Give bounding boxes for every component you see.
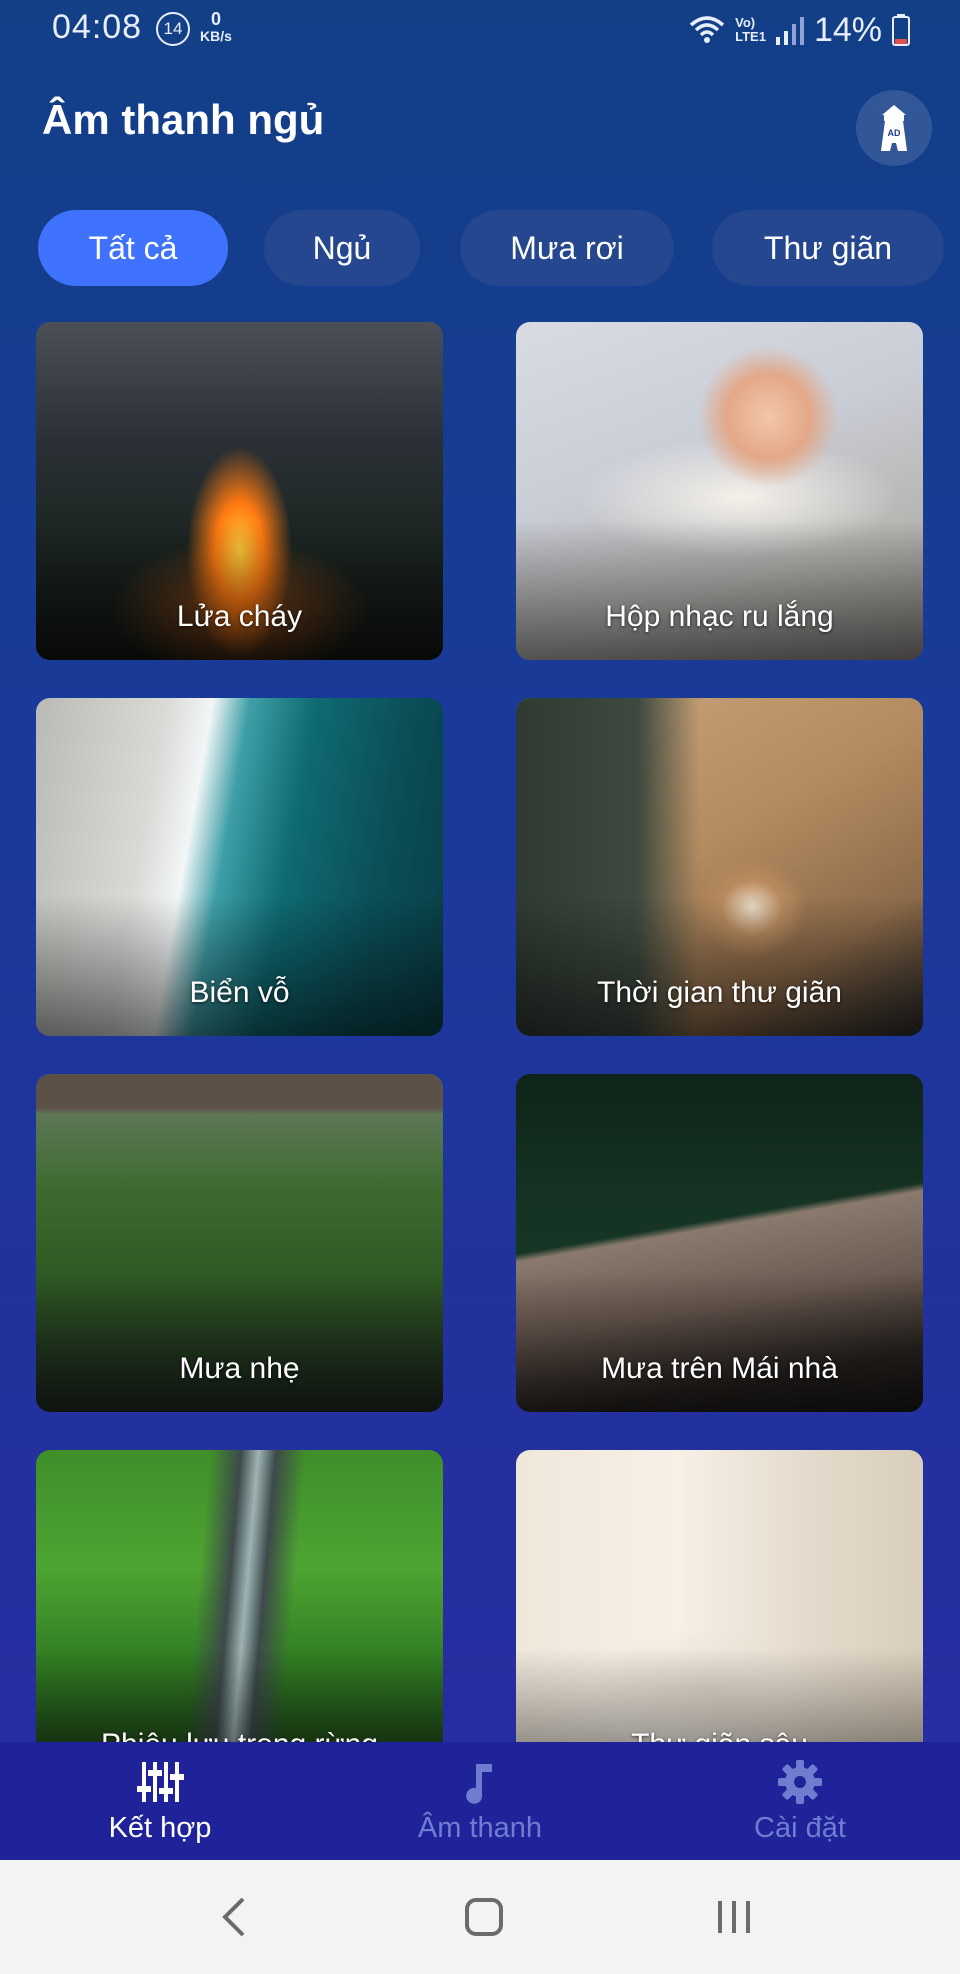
remove-ads-button[interactable]: AD: [856, 90, 932, 166]
recents-icon: [718, 1901, 750, 1933]
battery-icon: [892, 14, 910, 46]
music-note-icon: [466, 1764, 492, 1804]
sound-card-label: Hộp nhạc ru lắng: [605, 600, 834, 633]
ad-tower-icon: AD: [881, 105, 907, 151]
chip-relax[interactable]: Thư giãn: [712, 210, 944, 286]
home-square-icon: [465, 1898, 503, 1936]
sound-card-label: Biển vỗ: [189, 976, 290, 1009]
sound-card[interactable]: Thời gian thư giãn: [516, 698, 923, 1036]
sliders-icon: [137, 1762, 184, 1802]
ad-label: AD: [888, 128, 901, 138]
sound-grid: Lửa cháy Hộp nhạc ru lắng Biển vỗ Thời g…: [0, 322, 960, 1742]
network-speed-unit: KB/s: [200, 28, 232, 44]
chip-rain[interactable]: Mưa rơi: [460, 210, 674, 286]
lte-label: LTE1: [735, 29, 766, 44]
battery-percent: 14%: [813, 10, 882, 49]
sound-card-label: Mưa trên Mái nhà: [601, 1352, 838, 1385]
tab-mix-label: Kết hợp: [108, 1812, 212, 1844]
lte-indicator: Vo) LTE1: [735, 16, 766, 44]
network-speed: 0 KB/s: [200, 10, 232, 44]
signal-icon: [775, 17, 804, 45]
back-chevron-icon: [222, 1897, 245, 1937]
sound-card[interactable]: Mưa trên Mái nhà: [516, 1074, 923, 1412]
gear-icon: [778, 1760, 822, 1804]
category-chips: Tất cả Ngủ Mưa rơi Thư giãn: [38, 210, 960, 286]
sound-card[interactable]: Hộp nhạc ru lắng: [516, 322, 923, 660]
clock: 04:08: [52, 8, 143, 46]
sound-card[interactable]: Lửa cháy: [36, 322, 443, 660]
home-button[interactable]: [454, 1890, 514, 1944]
page-title: Âm thanh ngủ: [42, 96, 325, 143]
sound-card-label: Thư giãn sâu: [516, 1728, 923, 1742]
sound-card[interactable]: Mưa nhẹ: [36, 1074, 443, 1412]
network-speed-value: 0: [210, 9, 221, 29]
chip-sleep[interactable]: Ngủ: [264, 210, 420, 286]
sound-card-label: Phiêu lưu trong rừng: [36, 1728, 443, 1742]
sound-card-label: Mưa nhẹ: [179, 1352, 300, 1385]
status-bar: 04:08 14 0 KB/s Vo) LTE1 14%: [0, 0, 960, 64]
tab-settings-label: Cài đặt: [754, 1812, 846, 1844]
wifi-icon: [689, 16, 725, 43]
tab-mix[interactable]: Kết hợp: [0, 1742, 320, 1860]
sound-card[interactable]: Phiêu lưu trong rừng: [36, 1450, 443, 1742]
system-nav-bar: [0, 1860, 960, 1974]
tab-settings[interactable]: Cài đặt: [640, 1742, 960, 1860]
tab-sounds[interactable]: Âm thanh: [320, 1742, 640, 1860]
volte-label: Vo): [735, 15, 756, 30]
sound-card-label: Lửa cháy: [176, 600, 303, 633]
sound-card[interactable]: Biển vỗ: [36, 698, 443, 1036]
tab-sounds-label: Âm thanh: [417, 1812, 543, 1844]
back-button[interactable]: [204, 1890, 264, 1944]
sound-card[interactable]: Thư giãn sâu: [516, 1450, 923, 1742]
bottom-nav: Kết hợp Âm thanh Cài đặt: [0, 1742, 960, 1860]
chip-all[interactable]: Tất cả: [38, 210, 228, 286]
notification-count-badge: 14: [156, 12, 190, 46]
recents-button[interactable]: [704, 1890, 764, 1944]
sound-card-label: Thời gian thư giãn: [597, 976, 842, 1009]
